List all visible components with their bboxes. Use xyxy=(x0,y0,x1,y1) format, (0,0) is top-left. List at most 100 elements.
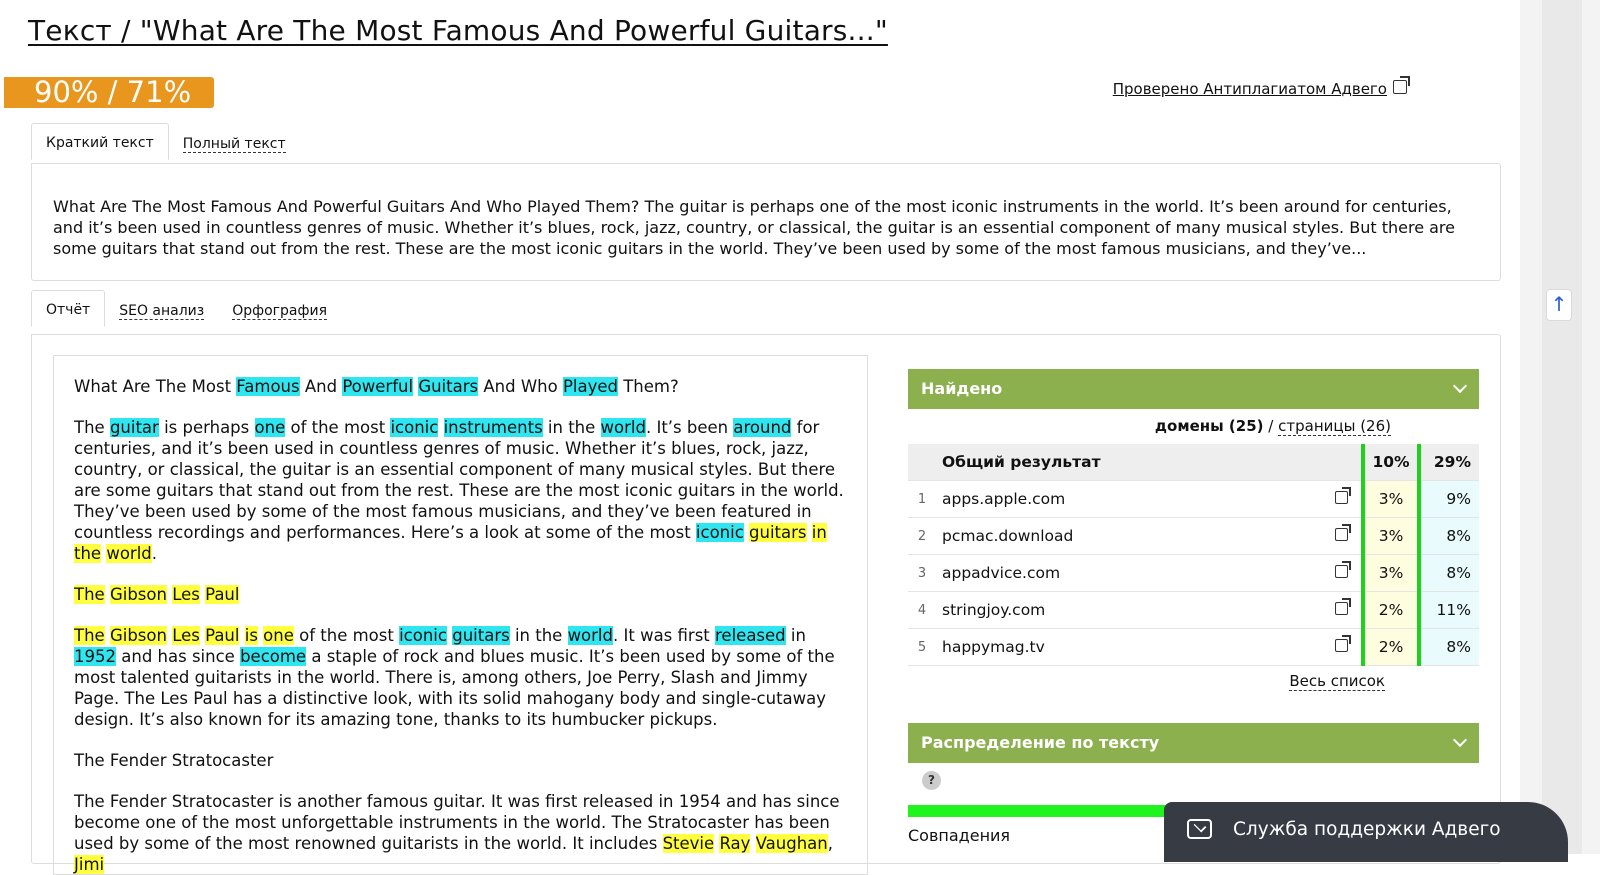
text-segment: Them? xyxy=(617,377,679,396)
match-highlight: is xyxy=(244,626,258,645)
row-number xyxy=(908,444,936,481)
total-percent-2: 29% xyxy=(1417,444,1479,481)
text-segment: And xyxy=(299,377,343,396)
match-highlight: iconic xyxy=(390,418,439,437)
report-paragraph: The Gibson Les Paul is one of the most i… xyxy=(74,625,847,730)
text-segment: . It was first xyxy=(613,626,716,645)
tab-full-text[interactable]: Полный текст xyxy=(169,125,300,160)
distribution-panel-header[interactable]: Распределение по тексту xyxy=(908,723,1479,763)
row-domain[interactable]: stringjoy.com xyxy=(936,591,1321,629)
text-segment: in the xyxy=(542,418,601,437)
match-highlight: become xyxy=(240,647,307,666)
found-panel-title: Найдено xyxy=(921,379,1003,398)
match-highlight: guitar xyxy=(109,418,159,437)
match-highlight: released xyxy=(715,626,786,645)
match-highlight: The xyxy=(74,626,105,645)
tab-report[interactable]: Отчёт xyxy=(31,290,106,327)
external-link-icon[interactable] xyxy=(1334,524,1351,541)
short-text-box: What Are The Most Famous And Powerful Gu… xyxy=(31,163,1501,281)
match-highlight: Les xyxy=(172,585,200,604)
table-row[interactable]: 5 happymag.tv 2% 8% xyxy=(908,628,1479,666)
match-highlight: Jimi xyxy=(74,855,105,874)
match-highlight: iconic xyxy=(399,626,447,645)
match-highlight: one xyxy=(254,418,286,437)
scrollbar-track[interactable] xyxy=(1542,0,1582,854)
external-link-icon[interactable] xyxy=(1334,487,1351,504)
row-number: 4 xyxy=(908,591,936,629)
text-segment: , xyxy=(827,834,833,853)
match-highlight: Stevie xyxy=(662,834,715,853)
match-highlight: Gibson xyxy=(109,585,167,604)
external-link-icon[interactable] xyxy=(1334,598,1351,615)
report-paragraph: The Fender Stratocaster is another famou… xyxy=(74,791,847,874)
match-highlight: guitars xyxy=(749,523,807,542)
text-segment: of the most xyxy=(293,626,400,645)
table-row[interactable]: 1 apps.apple.com 3% 9% xyxy=(908,480,1479,518)
tab-spelling-label: Орфография xyxy=(232,303,327,320)
match-highlight: The xyxy=(74,585,105,604)
match-highlight: Gibson xyxy=(109,626,167,645)
tab-spelling[interactable]: Орфография xyxy=(218,292,341,327)
domains-pages-switch: домены (25) / страницы (26) xyxy=(1155,417,1391,436)
report-text: What Are The Most Famous And Powerful Gu… xyxy=(53,355,868,875)
report-paragraph: The Fender Stratocaster xyxy=(74,750,847,771)
match-highlight: around xyxy=(733,418,792,437)
match-highlight: Ray xyxy=(719,834,751,853)
row-domain[interactable]: pcmac.download xyxy=(936,517,1321,555)
external-link-icon xyxy=(1393,76,1410,94)
text-segment: And Who xyxy=(478,377,563,396)
match-highlight: world xyxy=(600,418,646,437)
support-chat-widget[interactable]: Служба поддержки Адвего xyxy=(1164,802,1568,862)
uniqueness-score-badge: 90% / 71% xyxy=(4,77,214,108)
chevron-down-icon xyxy=(1452,378,1468,394)
pages-link[interactable]: страницы (26) xyxy=(1278,417,1391,436)
row-number: 2 xyxy=(908,517,936,555)
row-percent-1: 2% xyxy=(1361,628,1419,666)
match-highlight: in xyxy=(811,523,827,542)
table-row[interactable]: 3 appadvice.com 3% 8% xyxy=(908,554,1479,592)
results-table: Общий результат 10% 29% 1 apps.apple.com… xyxy=(908,444,1479,666)
row-percent-1: 3% xyxy=(1361,554,1419,592)
match-highlight: Vaughan xyxy=(755,834,828,853)
match-highlight: Famous xyxy=(236,377,300,396)
table-row[interactable]: 4 stringjoy.com 2% 11% xyxy=(908,591,1479,629)
external-link-icon[interactable] xyxy=(1334,635,1351,652)
row-domain[interactable]: apps.apple.com xyxy=(936,480,1321,518)
text-segment: What Are The Most xyxy=(74,377,237,396)
match-highlight: Paul xyxy=(205,626,240,645)
match-highlight: iconic xyxy=(695,523,744,542)
report-paragraph: What Are The Most Famous And Powerful Gu… xyxy=(74,376,847,397)
help-icon[interactable]: ? xyxy=(922,771,941,790)
distribution-panel-title: Распределение по тексту xyxy=(921,733,1160,752)
external-link-icon[interactable] xyxy=(1334,561,1351,578)
text-segment: . xyxy=(151,544,158,563)
match-highlight: the xyxy=(74,544,102,563)
scroll-to-top-button[interactable]: ↑ xyxy=(1546,289,1572,321)
text-segment xyxy=(750,834,755,853)
text-segment: in xyxy=(785,626,806,645)
row-percent-2: 9% xyxy=(1417,480,1479,518)
text-segment: The Fender Stratocaster xyxy=(74,751,274,770)
row-domain[interactable]: appadvice.com xyxy=(936,554,1321,592)
report-paragraph: The guitar is perhaps one of the most ic… xyxy=(74,417,847,564)
text-segment: of the most xyxy=(285,418,391,437)
domains-label[interactable]: домены (25) xyxy=(1155,417,1264,435)
row-percent-1: 3% xyxy=(1361,480,1419,518)
checked-by-antiplagiat-link[interactable]: Проверено Антиплагиатом Адвего xyxy=(1113,76,1410,98)
row-domain[interactable]: happymag.tv xyxy=(936,628,1321,666)
row-percent-2: 8% xyxy=(1417,517,1479,555)
text-segment: The xyxy=(74,418,110,437)
found-panel-header[interactable]: Найдено xyxy=(908,369,1479,409)
full-list-link[interactable]: Весь список xyxy=(1289,672,1385,691)
match-highlight: world xyxy=(106,544,152,563)
row-percent-2: 8% xyxy=(1417,554,1479,592)
table-row[interactable]: 2 pcmac.download 3% 8% xyxy=(908,517,1479,555)
text-segment: . It’s been xyxy=(645,418,734,437)
match-highlight: guitars xyxy=(452,626,510,645)
match-highlight: instruments xyxy=(443,418,543,437)
tab-seo-analysis[interactable]: SEO анализ xyxy=(105,292,218,327)
tab-short-text[interactable]: Краткий текст xyxy=(31,123,169,160)
row-number: 3 xyxy=(908,554,936,592)
tab-seo-label: SEO анализ xyxy=(119,303,205,320)
total-label: Общий результат xyxy=(936,444,1321,481)
